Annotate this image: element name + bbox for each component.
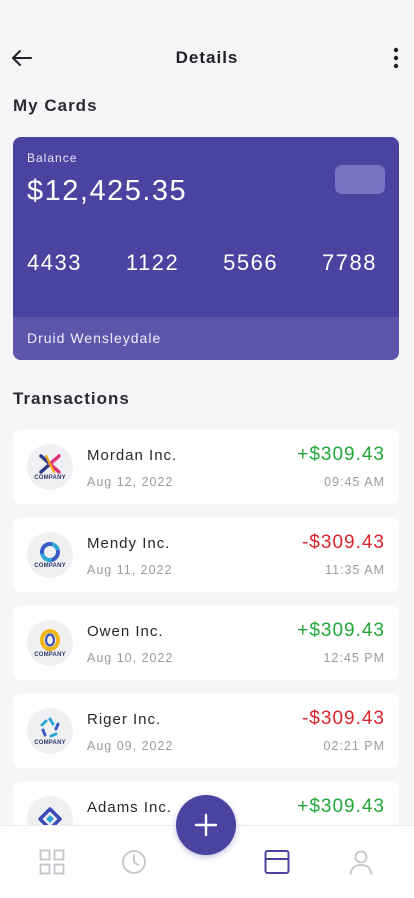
transaction-name: Owen Inc.: [87, 623, 164, 640]
nav-cards[interactable]: [263, 848, 291, 876]
transaction-time: 12:45 PM: [323, 651, 385, 665]
arrow-left-icon: [12, 50, 32, 66]
user-icon: [349, 850, 373, 875]
logo-text: COMPANY: [34, 562, 66, 569]
transaction-time: 09:45 AM: [324, 475, 385, 489]
transaction-item[interactable]: COMPANY Riger Inc. Aug 09, 2022 -$309.43…: [13, 694, 399, 768]
add-button[interactable]: [176, 795, 236, 855]
transaction-item[interactable]: COMPANY Mordan Inc. Aug 12, 2022 +$309.4…: [13, 430, 399, 504]
card-number: 4433 1122 5566 7788: [27, 250, 377, 276]
transaction-date: Aug 09, 2022: [87, 739, 174, 753]
company-logo: COMPANY: [27, 620, 73, 666]
mordan-logo-icon: [39, 453, 61, 474]
transaction-name: Riger Inc.: [87, 711, 162, 728]
clock-icon: [122, 850, 146, 874]
card-icon: [264, 850, 290, 874]
transaction-amount: -$309.43: [301, 708, 385, 729]
grid-icon: [39, 849, 65, 875]
transaction-name: Mordan Inc.: [87, 447, 178, 464]
transaction-name: Adams Inc.: [87, 799, 173, 816]
riger-logo-icon: [40, 717, 60, 737]
card-number-group-1: 4433: [27, 250, 82, 275]
transaction-date: Aug 10, 2022: [87, 651, 174, 665]
owen-logo-icon: [40, 628, 60, 651]
company-logo: COMPANY: [27, 532, 73, 578]
mendy-logo-icon: [40, 541, 60, 562]
transactions-heading: Transactions: [13, 389, 130, 408]
card-number-group-3: 5566: [223, 250, 279, 275]
card-holder-name: Druid Wensleydale: [27, 330, 162, 346]
logo-text: COMPANY: [34, 739, 66, 746]
card-number-group-4: 7788: [322, 250, 377, 275]
transaction-item[interactable]: COMPANY Owen Inc. Aug 10, 2022 +$309.43 …: [13, 606, 399, 680]
transaction-item[interactable]: COMPANY Mendy Inc. Aug 11, 2022 -$309.43…: [13, 518, 399, 592]
transaction-time: 02:21 PM: [323, 739, 385, 753]
nav-history[interactable]: [120, 848, 148, 876]
company-logo: COMPANY: [27, 444, 73, 490]
balance-value: $12,425.35: [27, 175, 188, 207]
balance-card[interactable]: Balance $12,425.35 4433 1122 5566 7788 D…: [13, 137, 399, 360]
transaction-amount: +$309.43: [297, 444, 385, 465]
transaction-amount: +$309.43: [297, 796, 385, 817]
logo-text: COMPANY: [34, 651, 66, 658]
page-title: Details: [175, 48, 239, 67]
card-number-group-2: 1122: [125, 250, 180, 275]
transaction-amount: -$309.43: [301, 532, 385, 553]
more-vertical-icon: [393, 47, 399, 69]
company-logo: COMPANY: [27, 708, 73, 754]
nav-dashboard[interactable]: [38, 848, 66, 876]
transaction-date: Aug 12, 2022: [87, 475, 174, 489]
transaction-date: Aug 11, 2022: [87, 563, 173, 577]
nav-profile[interactable]: [347, 848, 375, 876]
back-button[interactable]: [8, 44, 36, 72]
card-chip-icon: [335, 165, 385, 194]
my-cards-heading: My Cards: [13, 96, 98, 115]
plus-icon: [194, 813, 218, 837]
balance-label: Balance: [27, 151, 78, 165]
more-options-button[interactable]: [384, 44, 408, 72]
logo-text: COMPANY: [34, 474, 66, 481]
transaction-name: Mendy Inc.: [87, 535, 171, 552]
transaction-amount: +$309.43: [297, 620, 385, 641]
card-holder-bar: Druid Wensleydale: [13, 317, 399, 360]
header: Details: [0, 40, 414, 76]
transaction-time: 11:35 AM: [325, 563, 385, 577]
